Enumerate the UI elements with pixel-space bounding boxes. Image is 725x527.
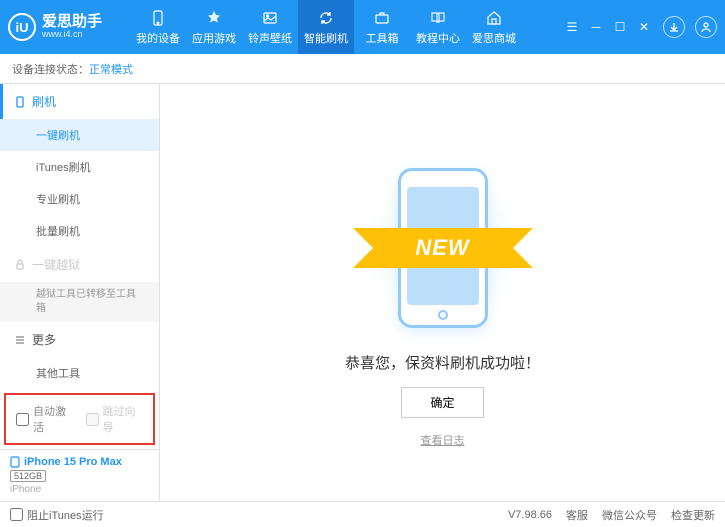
device-storage: 512GB — [10, 470, 46, 482]
app-subtitle: www.i4.cn — [42, 30, 102, 40]
footer-wechat[interactable]: 微信公众号 — [602, 507, 657, 523]
sidebar-cat-more[interactable]: 更多 — [0, 322, 159, 357]
nav-flash[interactable]: 智能刷机 — [298, 0, 354, 54]
app-title: 爱思助手 — [42, 14, 102, 31]
book-icon — [429, 9, 447, 27]
block-itunes-checkbox[interactable]: 阻止iTunes运行 — [10, 507, 104, 523]
status-value: 正常模式 — [89, 61, 133, 77]
success-illustration: NEW — [343, 158, 543, 338]
confirm-button[interactable]: 确定 — [401, 387, 483, 418]
lock-icon — [14, 259, 26, 271]
device-name[interactable]: iPhone 15 Pro Max — [10, 456, 149, 468]
sidebar-cat-flash[interactable]: 刷机 — [0, 84, 159, 119]
minimize-button[interactable]: ─ — [587, 18, 605, 36]
nav-store[interactable]: 爱思商城 — [466, 0, 522, 54]
sidebar-item-itunes[interactable]: iTunes刷机 — [0, 151, 159, 183]
skip-guide-checkbox[interactable]: 跳过向导 — [86, 403, 144, 435]
status-bar: 设备连接状态： 正常模式 — [0, 54, 725, 84]
sidebar-item-batch[interactable]: 批量刷机 — [0, 215, 159, 247]
nav-tutorials[interactable]: 教程中心 — [410, 0, 466, 54]
version-label: V7.98.66 — [508, 509, 552, 521]
view-log-link[interactable]: 查看日志 — [421, 432, 465, 448]
sidebar-item-pro[interactable]: 专业刷机 — [0, 183, 159, 215]
sidebar-cat-jailbreak[interactable]: 一键越狱 — [0, 247, 159, 282]
menu-icon[interactable]: ☰ — [563, 18, 581, 36]
footer: 阻止iTunes运行 V7.98.66 客服 微信公众号 检查更新 — [0, 501, 725, 527]
toolbox-icon — [373, 9, 391, 27]
nav-my-device[interactable]: 我的设备 — [130, 0, 186, 54]
nav-ringtones[interactable]: 铃声壁纸 — [242, 0, 298, 54]
download-button[interactable] — [663, 16, 685, 38]
flash-icon — [14, 96, 26, 108]
nav-toolbox[interactable]: 工具箱 — [354, 0, 410, 54]
logo-icon: iU — [8, 13, 36, 41]
new-ribbon: NEW — [373, 228, 513, 268]
sidebar: 刷机 一键刷机 iTunes刷机 专业刷机 批量刷机 一键越狱 越狱工具已转移至… — [0, 84, 160, 501]
refresh-icon — [317, 9, 335, 27]
image-icon — [261, 9, 279, 27]
footer-support[interactable]: 客服 — [566, 507, 588, 523]
footer-update[interactable]: 检查更新 — [671, 507, 715, 523]
sidebar-options-highlight: 自动激活 跳过向导 — [4, 393, 155, 445]
logo: iU 爱思助手 www.i4.cn — [8, 13, 102, 41]
jailbreak-note: 越狱工具已转移至工具箱 — [0, 282, 159, 322]
device-type: iPhone — [10, 484, 149, 495]
device-info: iPhone 15 Pro Max 512GB iPhone — [0, 449, 159, 501]
home-icon — [485, 9, 503, 27]
phone-icon — [149, 9, 167, 27]
more-icon — [14, 334, 26, 346]
close-button[interactable]: ✕ — [635, 18, 653, 36]
header: iU 爱思助手 www.i4.cn 我的设备 应用游戏 铃声壁纸 智能刷机 工具… — [0, 0, 725, 54]
maximize-button[interactable]: ☐ — [611, 18, 629, 36]
main-content: NEW 恭喜您，保资料刷机成功啦！ 确定 查看日志 — [160, 84, 725, 501]
success-message: 恭喜您，保资料刷机成功啦！ — [345, 352, 540, 373]
main-nav: 我的设备 应用游戏 铃声壁纸 智能刷机 工具箱 教程中心 爱思商城 — [130, 0, 563, 54]
sidebar-item-other[interactable]: 其他工具 — [0, 357, 159, 389]
window-controls: ☰ ─ ☐ ✕ — [563, 16, 717, 38]
apps-icon — [205, 9, 223, 27]
nav-apps[interactable]: 应用游戏 — [186, 0, 242, 54]
device-phone-icon — [10, 456, 20, 468]
user-button[interactable] — [695, 16, 717, 38]
sidebar-item-oneclick[interactable]: 一键刷机 — [0, 119, 159, 151]
status-label: 设备连接状态： — [12, 61, 89, 77]
auto-activate-checkbox[interactable]: 自动激活 — [16, 403, 74, 435]
